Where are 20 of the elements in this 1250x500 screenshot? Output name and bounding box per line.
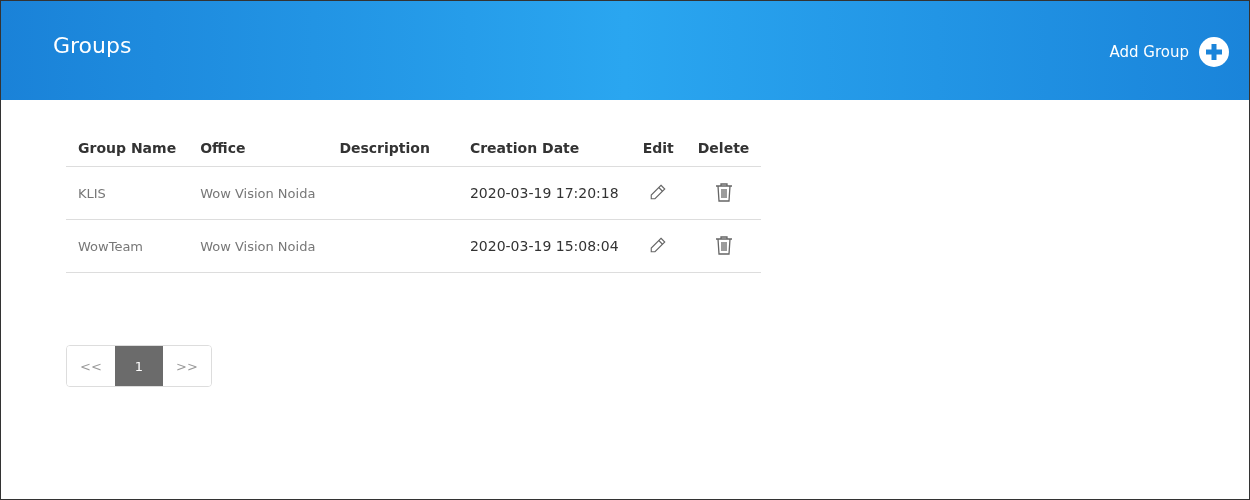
column-header: Creation Date	[457, 128, 631, 167]
column-header: Group Name	[66, 128, 189, 167]
table-cell: Wow Vision Noida	[188, 166, 328, 220]
pencil-icon[interactable]	[649, 182, 668, 201]
table-cell: 2020-03-19 17:20:18	[457, 166, 631, 220]
trash-icon[interactable]	[714, 181, 733, 202]
column-header: Delete	[685, 128, 762, 167]
trash-icon[interactable]	[714, 234, 733, 255]
column-header: Description	[327, 128, 458, 167]
table-cell: KLIS	[66, 166, 189, 220]
column-header: Edit	[630, 128, 686, 167]
page-button[interactable]: 1	[115, 346, 163, 386]
table-cell: WowTeam	[66, 219, 189, 273]
table-cell: 2020-03-19 15:08:04	[457, 219, 631, 273]
page-title: Groups	[53, 33, 132, 58]
plus-icon	[1199, 37, 1229, 67]
column-header: Office	[188, 128, 328, 167]
table-cell: Wow Vision Noida	[188, 219, 328, 273]
pencil-icon[interactable]	[649, 235, 668, 254]
add-group-button[interactable]: Add Group	[1109, 37, 1229, 67]
